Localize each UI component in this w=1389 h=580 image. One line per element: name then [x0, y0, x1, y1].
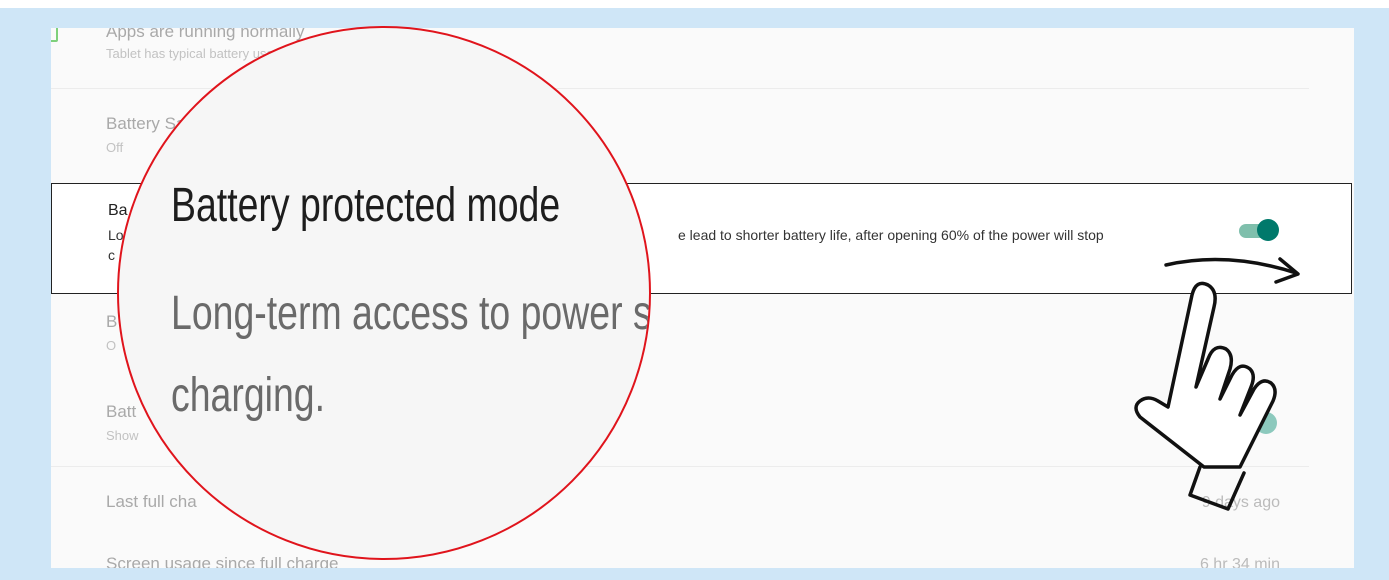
row4-title: B	[106, 312, 118, 331]
battery-protected-description: e lead to shorter battery life, after op…	[678, 227, 1104, 243]
battery-protected-title: Ba	[108, 202, 128, 219]
magnified-description: Long-term access to power supp	[171, 287, 651, 340]
battery-protected-toggle[interactable]	[1235, 219, 1279, 241]
screen-usage-row[interactable]: Screen usage since full charge 6 hr 34 m…	[51, 554, 1354, 568]
battery-saver-subtitle: Off	[106, 140, 124, 155]
magnified-title: Battery protected mode	[171, 179, 561, 232]
top-edge	[0, 0, 1389, 8]
row4-subtitle: O	[106, 338, 117, 353]
magnified-description-line2: charging.	[171, 369, 326, 422]
screen-usage-value: 6 hr 34 min	[1199, 556, 1280, 568]
toggle-knob	[1257, 219, 1279, 241]
screen-usage-title: Screen usage since full charge	[106, 554, 339, 568]
magnifier-lens: Battery protected mode Long-term access …	[117, 26, 651, 560]
battery-percentage-subtitle: Show	[106, 428, 139, 443]
apps-status-title: Apps are running normally	[106, 28, 305, 41]
battery-protected-desc-line2: c	[108, 247, 115, 263]
battery-ok-icon	[51, 28, 58, 42]
last-full-charge-title: Last full cha	[106, 492, 197, 511]
battery-percentage-title: Batt	[106, 402, 137, 421]
arrow-right-icon	[1164, 257, 1298, 275]
swipe-right-hand-icon	[1134, 257, 1300, 511]
